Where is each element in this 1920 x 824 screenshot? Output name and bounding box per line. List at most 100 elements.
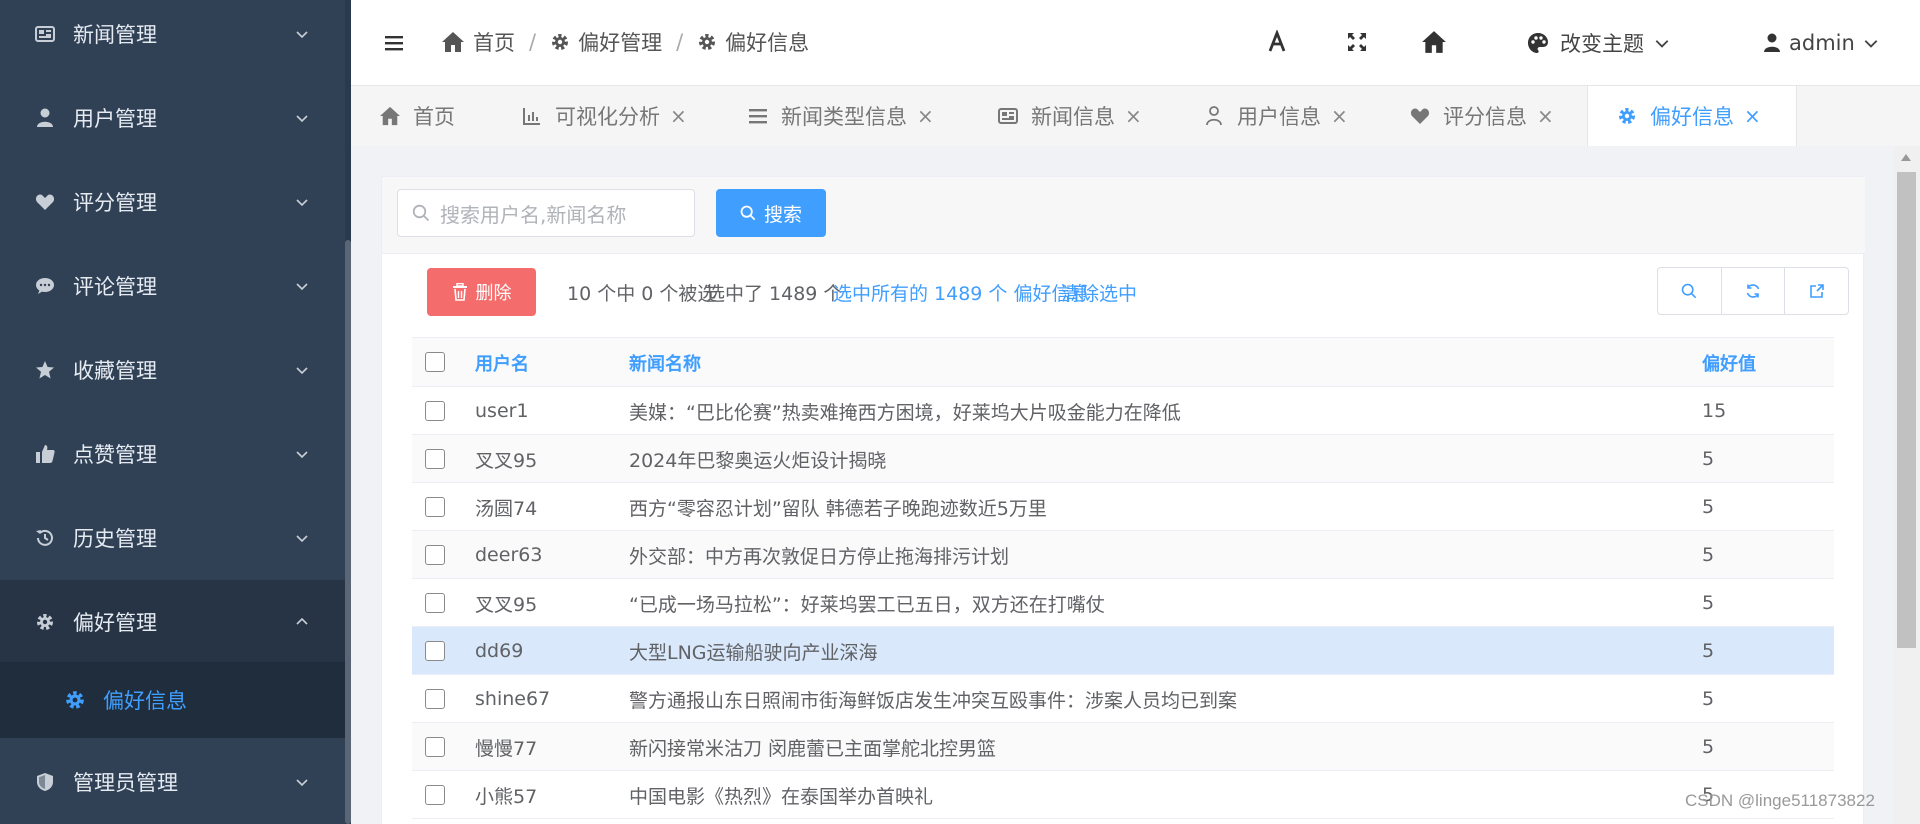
chevron-down-icon xyxy=(295,111,309,125)
row-checkbox[interactable] xyxy=(425,641,445,661)
breadcrumb-label: 首页 xyxy=(473,31,515,55)
table-row[interactable]: deer63 外交部：中方再次敦促日方停止拖海排污计划 5 xyxy=(412,531,1834,579)
user-menu[interactable]: admin xyxy=(1763,26,1879,60)
breadcrumb-preferences[interactable]: 偏好管理 xyxy=(550,27,662,57)
export-button[interactable] xyxy=(1785,268,1848,314)
sidebar-subitem-preference-info[interactable]: 偏好信息 xyxy=(0,662,345,738)
close-icon[interactable]: × xyxy=(1744,104,1761,128)
sidebar-item-users[interactable]: 用户管理 xyxy=(0,76,345,160)
cell-value: 5 xyxy=(1702,592,1715,614)
search-input[interactable]: 搜索用户名,新闻名称 xyxy=(397,189,695,237)
row-checkbox[interactable] xyxy=(425,497,445,517)
sidebar-item-likes[interactable]: 点赞管理 xyxy=(0,412,345,496)
comment-icon xyxy=(34,275,56,297)
search-button[interactable]: 搜索 xyxy=(716,189,826,237)
row-checkbox[interactable] xyxy=(425,545,445,565)
select-all-checkbox[interactable] xyxy=(425,352,445,372)
delete-button[interactable]: 删除 xyxy=(427,268,536,316)
close-icon[interactable]: × xyxy=(1125,104,1142,128)
table-row[interactable]: 小熊57 中国电影《热烈》在泰国举办首映礼 5 xyxy=(412,771,1834,819)
export-icon xyxy=(1809,283,1825,299)
page-scroll-thumb[interactable] xyxy=(1897,172,1916,648)
tab-visual-analysis[interactable]: 可视化分析 × xyxy=(521,86,687,146)
newspaper-icon xyxy=(34,23,56,45)
sidebar-item-history[interactable]: 历史管理 xyxy=(0,496,345,580)
row-checkbox[interactable] xyxy=(425,737,445,757)
preference-table: 用户名 新闻名称 偏好值 user1 美媒：“巴比伦赛”热卖难掩西方困境，好莱坞… xyxy=(412,337,1834,819)
hamburger-icon[interactable] xyxy=(383,33,405,53)
toggle-search-button[interactable] xyxy=(1658,268,1722,314)
page-scrollbar[interactable] xyxy=(1893,146,1920,824)
tab-home[interactable]: 首页 xyxy=(379,86,455,146)
close-icon[interactable]: × xyxy=(917,104,934,128)
tab-preference-info[interactable]: 偏好信息 × xyxy=(1587,86,1797,146)
tab-user-info[interactable]: 用户信息 × xyxy=(1203,86,1348,146)
row-checkbox[interactable] xyxy=(425,401,445,421)
fullscreen-icon[interactable] xyxy=(1345,30,1371,56)
tags-view: 首页 可视化分析 × 新闻类型信息 × 新闻信息 × 用户信息 × 评分信息 ×… xyxy=(351,86,1920,146)
cell-news: 外交部：中方再次敦促日方停止拖海排污计划 xyxy=(629,545,1010,568)
heart-icon xyxy=(1409,105,1431,127)
selection-info: 10 个中 0 个被选 xyxy=(567,282,717,305)
close-icon[interactable]: × xyxy=(1537,104,1554,128)
sidebar-item-preferences[interactable]: 偏好管理 xyxy=(0,580,345,664)
column-header-value[interactable]: 偏好值 xyxy=(1702,338,1756,388)
table-row[interactable]: user1 美媒：“巴比伦赛”热卖难掩西方困境，好莱坞大片吸金能力在降低 15 xyxy=(412,387,1834,435)
trash-icon xyxy=(452,283,468,301)
clear-selection-link[interactable]: 清除选中 xyxy=(1061,254,1137,330)
row-checkbox[interactable] xyxy=(425,449,445,469)
gear-icon xyxy=(1616,105,1638,127)
column-header-news[interactable]: 新闻名称 xyxy=(629,338,701,388)
tab-label: 首页 xyxy=(413,105,455,129)
scroll-up-arrow-icon[interactable] xyxy=(1901,154,1911,161)
sidebar-item-label: 用户管理 xyxy=(73,107,157,131)
row-checkbox[interactable] xyxy=(425,593,445,613)
preference-card: 搜索用户名,新闻名称 搜索 删除 10 个中 0 个被选 选中了 1489 个 … xyxy=(381,176,1865,824)
tab-label: 用户信息 xyxy=(1237,105,1321,129)
cell-user: 叉叉95 xyxy=(475,593,538,616)
sidebar-item-admins[interactable]: 管理员管理 xyxy=(0,740,345,824)
home-icon[interactable] xyxy=(1421,30,1447,56)
search-placeholder: 搜索用户名,新闻名称 xyxy=(440,202,627,227)
cell-value: 5 xyxy=(1702,688,1715,710)
select-all-link[interactable]: 选中所有的 1489 个 偏好信息 xyxy=(833,254,1089,330)
sidebar-item-news[interactable]: 新闻管理 xyxy=(0,0,345,76)
breadcrumb: 首页 / 偏好管理 / 偏好信息 xyxy=(441,24,809,60)
tab-news-info[interactable]: 新闻信息 × xyxy=(997,86,1142,146)
chart-icon xyxy=(521,105,543,127)
row-checkbox[interactable] xyxy=(425,785,445,805)
cell-news: 新闪接常米沽刀 闵鹿蕾已主面掌舵北控男篮 xyxy=(629,737,997,760)
tab-label: 新闻信息 xyxy=(1031,105,1115,129)
breadcrumb-home[interactable]: 首页 xyxy=(441,27,515,57)
tab-rating-info[interactable]: 评分信息 × xyxy=(1409,86,1554,146)
table-row[interactable]: 叉叉95 2024年巴黎奥运火炬设计揭晓 5 xyxy=(412,435,1834,483)
chevron-down-icon xyxy=(295,363,309,377)
font-size-icon[interactable] xyxy=(1265,30,1291,56)
history-icon xyxy=(34,527,56,549)
table-row[interactable]: 叉叉95 “已成一场马拉松”：好莱坞罢工已五日，双方还在打嘴仗 5 xyxy=(412,579,1834,627)
close-icon[interactable]: × xyxy=(670,104,687,128)
column-header-user[interactable]: 用户名 xyxy=(475,338,529,388)
theme-selector[interactable]: 改变主题 xyxy=(1526,26,1670,60)
user-icon xyxy=(1763,33,1781,53)
search-bar: 搜索用户名,新闻名称 搜索 xyxy=(382,177,1865,254)
sidebar-item-ratings[interactable]: 评分管理 xyxy=(0,160,345,244)
refresh-button[interactable] xyxy=(1722,268,1786,314)
table-row[interactable]: 汤圆74 西方“零容忍计划”留队 韩德若子晚跑迹数近5万里 5 xyxy=(412,483,1834,531)
sidebar-subitem-label: 偏好信息 xyxy=(103,689,187,713)
table-row[interactable]: dd69 大型LNG运输船驶向产业深海 5 xyxy=(412,627,1834,675)
heart-icon xyxy=(34,191,56,213)
newspaper-icon xyxy=(997,105,1019,127)
home-icon xyxy=(379,105,401,127)
close-icon[interactable]: × xyxy=(1331,104,1348,128)
sidebar-item-favorites[interactable]: 收藏管理 xyxy=(0,328,345,412)
cell-news: 警方通报山东日照闹市街海鲜饭店发生冲突互殴事件：涉案人员均已到案 xyxy=(629,689,1238,712)
table-row[interactable]: 慢慢77 新闪接常米沽刀 闵鹿蕾已主面掌舵北控男篮 5 xyxy=(412,723,1834,771)
chevron-down-icon xyxy=(295,27,309,41)
tab-news-types[interactable]: 新闻类型信息 × xyxy=(747,86,934,146)
navbar: 首页 / 偏好管理 / 偏好信息 改变主题 admin xyxy=(351,0,1920,86)
main-content: 搜索用户名,新闻名称 搜索 删除 10 个中 0 个被选 选中了 1489 个 … xyxy=(351,146,1920,824)
table-row[interactable]: shine67 警方通报山东日照闹市街海鲜饭店发生冲突互殴事件：涉案人员均已到案… xyxy=(412,675,1834,723)
row-checkbox[interactable] xyxy=(425,689,445,709)
sidebar-item-comments[interactable]: 评论管理 xyxy=(0,244,345,328)
